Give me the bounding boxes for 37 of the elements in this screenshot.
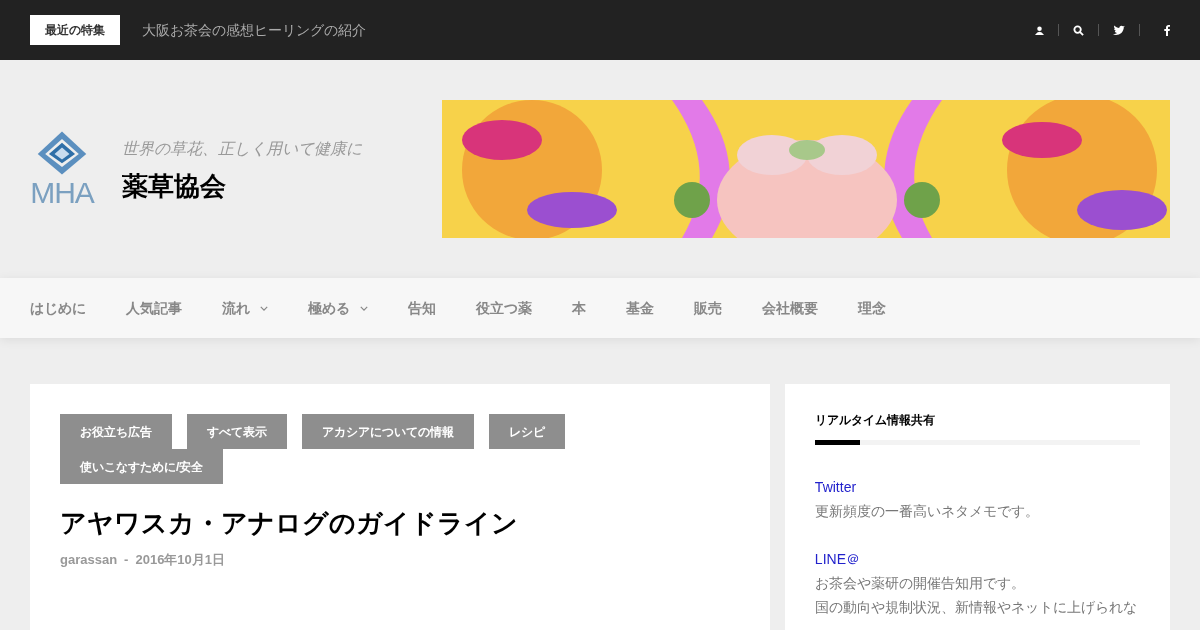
sidebar-text: 更新頻度の一番高いネタメモです。 <box>814 502 1040 521</box>
user-icon[interactable] <box>1035 25 1044 35</box>
f-letter-icon[interactable] <box>1164 24 1170 36</box>
meta-separator: - <box>124 551 129 569</box>
category-tag[interactable]: レシピ <box>489 414 565 449</box>
category-tag[interactable]: お役立ち広告 <box>60 414 172 449</box>
category-tag[interactable]: アカシアについての情報 <box>302 414 474 449</box>
logo-text: MHA <box>30 177 94 209</box>
nav-item[interactable]: 役立つ薬 <box>476 297 532 319</box>
site-title[interactable]: 薬草協会 <box>122 171 362 201</box>
widget-title: リアルタイム情報共有 <box>814 412 936 428</box>
nav-item[interactable]: 理念 <box>858 297 886 319</box>
nav-item[interactable]: 販売 <box>694 297 722 319</box>
chevron-down-icon <box>260 305 268 311</box>
nav-item[interactable]: 流れ <box>222 297 268 319</box>
category-tag[interactable]: すべて表示 <box>187 414 287 449</box>
category-tag[interactable]: 使いこなすために/安全 <box>60 449 224 484</box>
bird-icon[interactable] <box>1113 25 1125 35</box>
sidebar-text: 国の動向や規制状況、新情報やネットに上げられな <box>814 598 1138 617</box>
sidebar-text: お茶会や薬研の開催告知用です。 <box>814 574 1026 593</box>
post-date: 2016年10月1日 <box>135 551 226 569</box>
nav-item[interactable]: 告知 <box>408 297 436 319</box>
tagline: 世界の草花、正しく用いて健康に <box>122 139 362 159</box>
article-title: アヤワスカ・アナログのガイドライン <box>60 507 519 540</box>
nav-item[interactable]: はじめに <box>30 297 86 319</box>
nav-item[interactable]: 基金 <box>626 297 654 319</box>
featured-link[interactable]: 大阪お茶会の感想ヒーリングの紹介 <box>142 19 366 41</box>
nav-item[interactable]: 極める <box>308 297 368 319</box>
nav-item[interactable]: 会社概要 <box>762 297 818 319</box>
nav-item[interactable]: 人気記事 <box>126 297 182 319</box>
sidebar-link[interactable]: Twitter <box>814 475 1140 499</box>
sidebar-link[interactable]: LINE＠ <box>814 547 1140 571</box>
author-link[interactable]: garassan <box>60 550 118 570</box>
featured-label: 最近の特集 <box>30 15 120 45</box>
nav-item[interactable]: 本 <box>572 297 586 319</box>
search-icon[interactable] <box>1073 24 1084 36</box>
chevron-down-icon <box>360 305 368 311</box>
